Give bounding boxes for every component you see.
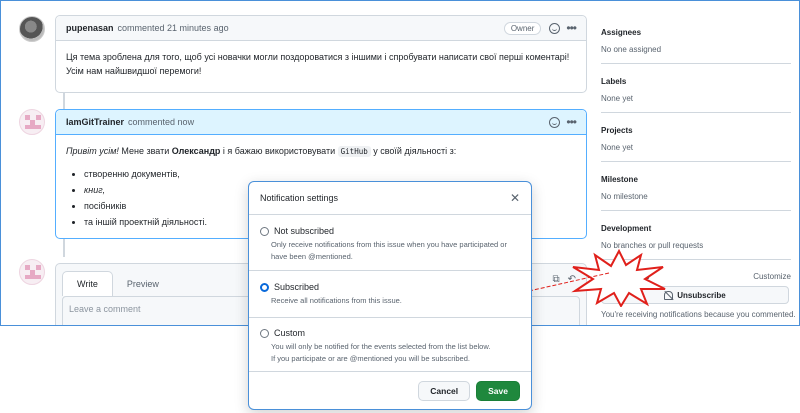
projects-section[interactable]: Projects None yet [601,126,791,152]
projects-value: None yet [601,143,634,152]
intro-text: Мене звати [118,146,172,156]
milestone-value: No milestone [601,192,648,201]
assignees-heading[interactable]: Assignees [601,28,791,37]
intro-text: і я бажаю використовувати [220,146,338,156]
avatar[interactable] [19,16,45,42]
kebab-menu-icon[interactable]: ••• [566,116,577,128]
dialog-title: Notification settings [260,193,339,203]
tab-preview[interactable]: Preview [113,272,173,296]
divider [601,161,791,162]
option-description-line: You will only be notified for the events… [271,342,491,351]
list-item: створенню документів, [84,167,576,181]
option-description-line: have been @mentioned. [271,252,353,261]
notification-reason: You're receiving notifications because y… [601,310,796,319]
option-description-line: If you participate or are @mentioned you… [271,354,470,363]
add-reaction-icon[interactable] [549,22,561,34]
avatar [19,259,45,285]
intro-name: Олександр [171,146,221,156]
comment-timestamp[interactable]: commented 21 minutes ago [118,23,229,33]
development-heading[interactable]: Development [601,224,791,233]
comment-timestamp[interactable]: commented now [128,117,194,127]
kebab-menu-icon[interactable]: ••• [566,22,577,34]
save-button[interactable]: Save [476,380,520,401]
option-label: Subscribed [274,282,320,292]
labels-heading[interactable]: Labels [601,77,791,86]
inline-code: GitHub [337,146,371,157]
close-icon[interactable]: ✕ [510,191,520,205]
owner-badge: Owner [503,21,542,35]
intro-text: у своїй діяльності з: [370,146,457,156]
unsubscribe-label: Unsubscribe [677,290,726,300]
option-description: Only receive notifications from this iss… [260,239,520,263]
option-label: Custom [274,328,306,338]
timeline-connector [63,237,65,257]
option-label: Not subscribed [274,226,335,236]
option-description-line: Only receive notifications from this iss… [271,240,507,249]
divider [601,63,791,64]
intro-greeting: Привіт усім! [66,146,119,156]
assignees-value: No one assigned [601,45,662,54]
assignees-section[interactable]: Assignees No one assigned [601,28,791,54]
radio-custom[interactable] [260,328,269,338]
comment-body: Ця тема зроблена для того, щоб усі новач… [66,52,570,76]
option-custom[interactable]: Custom You will only be notified for the… [249,318,531,373]
avatar[interactable] [19,109,45,135]
comment-header: pupenasan commented 21 minutes ago Owner… [56,16,586,41]
divider [601,112,791,113]
projects-heading[interactable]: Projects [601,126,791,135]
comment-header: IamGitTrainer commented now ••• [56,110,586,135]
development-section[interactable]: Development No branches or pull requests [601,224,791,250]
add-reaction-icon[interactable] [549,116,561,128]
milestone-section[interactable]: Milestone No milestone [601,175,791,201]
timeline-connector [63,92,65,110]
option-subscribed[interactable]: Subscribed Receive all notifications fro… [249,271,531,318]
option-description: You will only be notified for the events… [260,341,520,365]
option-not-subscribed[interactable]: Not subscribed Only receive notification… [249,216,531,271]
comment-author[interactable]: pupenasan [66,23,114,33]
comment-pupenasan: pupenasan commented 21 minutes ago Owner… [55,15,587,93]
intro-paragraph: Привіт усім! Мене звати Олександр і я ба… [66,144,576,159]
tab-write[interactable]: Write [62,271,113,296]
option-description: Receive all notifications from this issu… [260,295,520,307]
milestone-heading[interactable]: Milestone [601,175,791,184]
customize-link[interactable]: Customize [753,272,791,281]
radio-not-subscribed[interactable] [260,226,269,236]
cancel-button[interactable]: Cancel [418,380,471,401]
option-description-line: Receive all notifications from this issu… [271,296,402,305]
divider [601,210,791,211]
labels-value: None yet [601,94,634,103]
dialog-header: Notification settings ✕ [249,182,531,215]
dialog-footer: Cancel Save [249,371,531,409]
labels-section[interactable]: Labels None yet [601,77,791,103]
radio-subscribed[interactable] [260,282,269,292]
comment-author[interactable]: IamGitTrainer [66,117,124,127]
notification-settings-dialog: Notification settings ✕ Not subscribed O… [248,181,532,410]
